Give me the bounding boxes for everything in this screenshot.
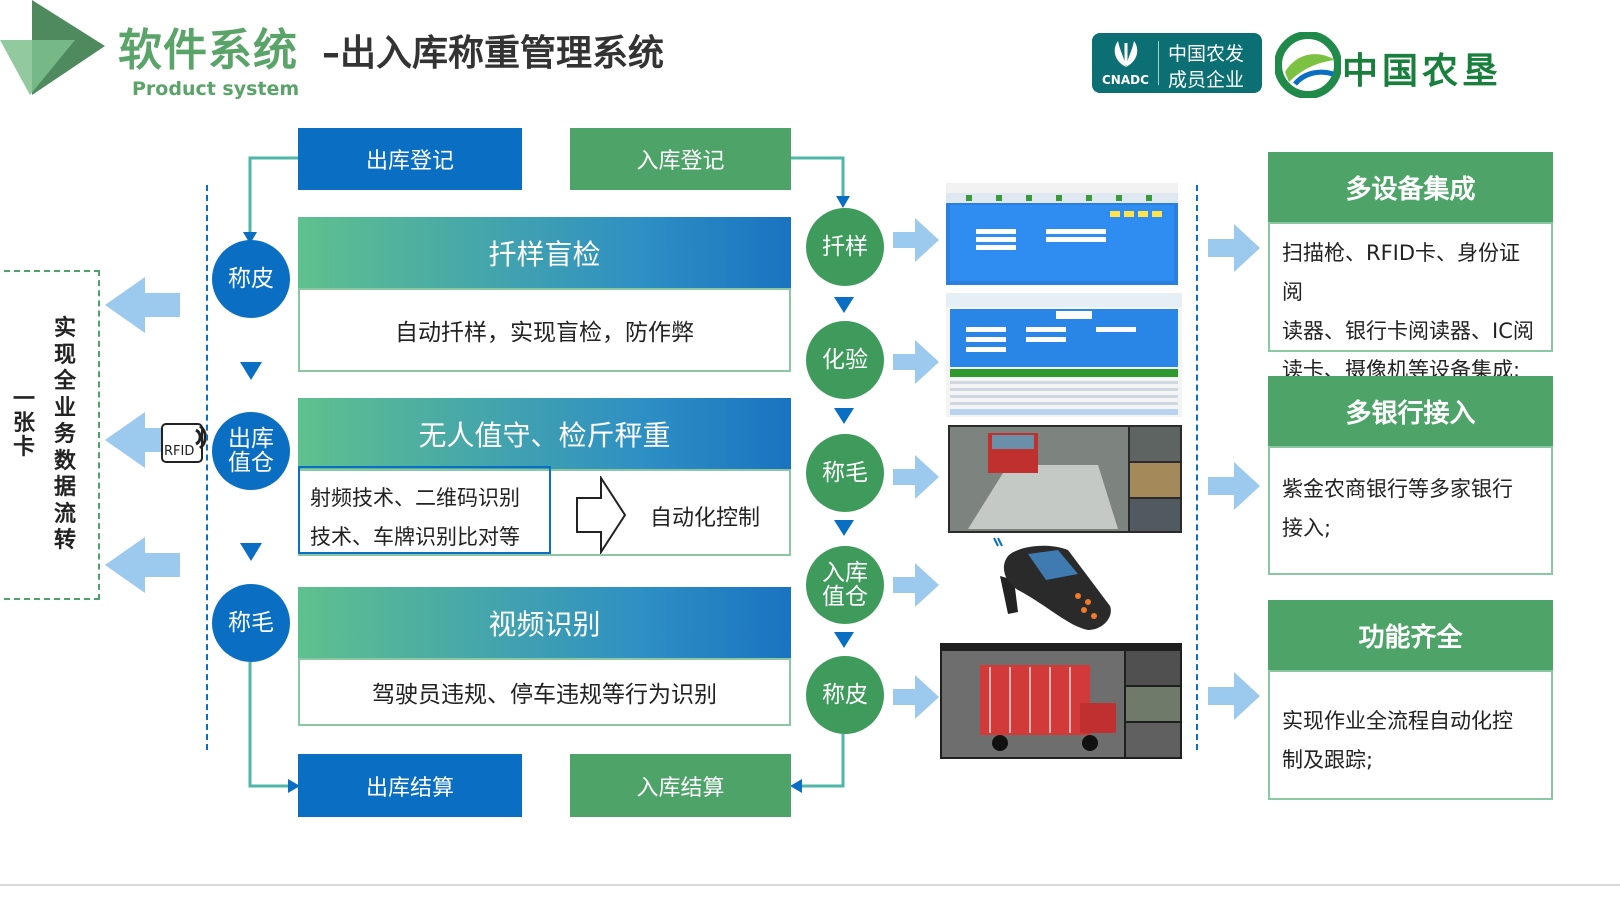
right-arrow-icon [893,455,939,499]
feature-unattended-desc-line1: 射频技术、二维码识别 [310,486,520,510]
sampling-software-screenshot [946,183,1178,285]
panel-multi-device-title: 多设备集成 [1268,152,1553,222]
panel-multi-bank-line: 紫金农商银行等多家银行 [1282,477,1513,501]
feature-sampling-desc: 自动扦样，实现盲检，防作弊 [298,288,791,372]
right-step-tare: 称皮 [806,656,884,734]
feature-unattended-desc-line2: 技术、车牌识别比对等 [310,525,520,549]
right-step-inbound-duty: 入库 值仓 [806,546,884,624]
panel-full-function-line: 实现作业全流程自动化控 [1282,709,1513,733]
down-arrow-icon [240,543,262,561]
out-register-box: 出库登记 [298,128,522,190]
footer-divider [0,884,1620,886]
right-arrow-icon [1208,462,1260,510]
down-arrow-icon [834,520,854,536]
feature-video-title: 视频识别 [298,587,791,658]
feature-video-desc: 驾驶员违规、停车违规等行为识别 [298,658,791,726]
right-arrow-icon [893,340,939,384]
right-hollow-arrow-icon [576,476,627,554]
feature-unattended-title: 无人值守、检斤秤重 [298,398,791,469]
panel-multi-device-body: 扫描枪、RFID卡、身份证阅 读器、银行卡阅读器、IC阅 读卡、摄像机等设备集成… [1268,222,1553,382]
in-settle-box: 入库结算 [570,754,791,817]
right-arrow-icon [893,675,939,719]
feature-sampling-title: 扦样盲检 [298,217,791,288]
handheld-scanner-image [993,537,1111,630]
right-arrow-icon [893,563,939,607]
right-step-assay: 化验 [806,321,884,399]
right-arrow-icon [1208,672,1260,720]
right-arrow-icon [1208,224,1260,272]
left-step-gross: 称毛 [212,584,290,662]
right-step-gross: 称毛 [806,434,884,512]
panel-multi-device-line: 扫描枪、RFID卡、身份证阅 [1282,241,1521,304]
down-arrow-icon [834,408,854,424]
truck-video-screenshot [940,643,1182,759]
panel-full-function-title: 功能齐全 [1268,600,1553,670]
down-arrow-icon [834,297,854,313]
right-step-sampling: 扦样 [806,208,884,286]
feature-auto-control: 自动化控制 [650,506,761,531]
right-arrow-icon [893,218,939,262]
panel-full-function-body: 实现作业全流程自动化控 制及跟踪; [1268,670,1553,800]
panel-multi-device-line: 读器、银行卡阅读器、IC阅 [1282,319,1534,343]
assay-software-screenshot [946,293,1182,417]
panel-multi-bank-body: 紫金农商银行等多家银行 接入; [1268,446,1553,575]
left-step-outbound-duty: 出库 值仓 [212,412,290,490]
left-step-tare: 称皮 [212,240,290,318]
in-register-box: 入库登记 [570,128,791,190]
down-arrow-icon [240,362,262,380]
weighbridge-camera-screenshot [948,425,1182,533]
out-settle-box: 出库结算 [298,754,522,817]
panel-full-function-line: 制及跟踪; [1282,748,1374,772]
panel-multi-bank-title: 多银行接入 [1268,376,1553,446]
down-arrow-icon [834,632,854,648]
panel-multi-bank-line: 接入; [1282,516,1332,540]
